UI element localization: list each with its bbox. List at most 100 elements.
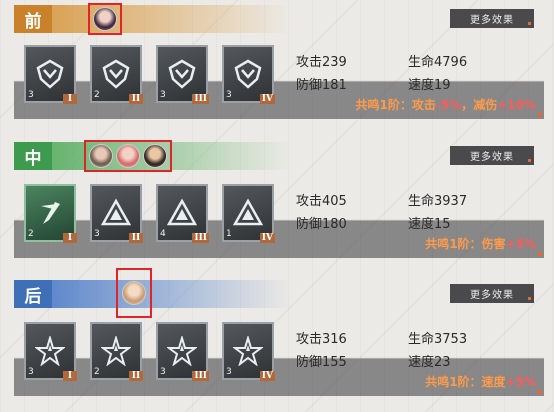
back-avatars-group xyxy=(116,268,152,318)
speed-stat: 速度15 xyxy=(408,217,451,232)
resonance-text: 共鸣1阶：伤害+5% xyxy=(425,235,536,252)
more-effects-button[interactable]: 更多效果 xyxy=(450,284,534,303)
module-card[interactable]: 3 III xyxy=(156,322,209,381)
resonance-prefix: 共鸣1阶：攻击 xyxy=(355,98,436,112)
card-level: 3 xyxy=(94,229,100,239)
card-tier: I xyxy=(63,94,77,104)
card-level: 3 xyxy=(226,90,232,100)
front-row-badge: 前 xyxy=(14,5,52,33)
card-level: 2 xyxy=(94,367,100,377)
back-row-badge: 后 xyxy=(14,280,52,308)
card-tier: II xyxy=(129,371,143,381)
hp-stat: 生命3937 xyxy=(408,194,468,209)
module-card[interactable]: 3 III xyxy=(156,45,209,104)
character-avatar[interactable] xyxy=(122,281,146,305)
module-card[interactable]: 2 II xyxy=(90,322,143,381)
hp-stat: 生命4796 xyxy=(408,55,468,70)
star-emblem-icon xyxy=(233,336,263,366)
card-level: 2 xyxy=(28,229,34,239)
resonance-mid: ，减伤 xyxy=(461,98,498,112)
module-card[interactable]: 3 II xyxy=(90,184,143,243)
hp-stat: 生命3753 xyxy=(408,332,468,347)
card-level: 4 xyxy=(160,229,166,239)
middle-row-header: 中 更多效果 xyxy=(14,140,544,172)
card-tier: III xyxy=(192,233,209,243)
middle-row-panel: 2 I 3 II 4 III 1 IV 攻击405 生命3937 防御180 速… xyxy=(14,184,544,258)
claw-emblem-icon xyxy=(41,202,60,224)
card-level: 2 xyxy=(94,90,100,100)
card-level: 3 xyxy=(28,367,34,377)
attack-stat: 攻击239 xyxy=(296,55,347,70)
middle-row-badge: 中 xyxy=(14,142,52,170)
attack-stat: 攻击316 xyxy=(296,332,347,347)
card-level: 1 xyxy=(226,229,232,239)
triangle-emblem-icon xyxy=(167,198,197,226)
card-tier: II xyxy=(129,94,143,104)
card-level: 3 xyxy=(160,367,166,377)
shield-emblem-icon xyxy=(168,59,196,89)
shield-emblem-icon xyxy=(102,59,130,89)
speed-stat: 速度19 xyxy=(408,78,451,93)
front-card-list: 3 I 2 II 3 III 3 IV xyxy=(24,45,275,104)
middle-avatars-group xyxy=(84,140,172,172)
card-tier: I xyxy=(63,371,77,381)
card-tier: III xyxy=(192,371,209,381)
card-tier: IV xyxy=(259,233,275,243)
more-effects-button[interactable]: 更多效果 xyxy=(450,146,534,165)
star-emblem-icon xyxy=(101,336,131,366)
triangle-emblem-icon xyxy=(233,198,263,226)
module-card[interactable]: 4 III xyxy=(156,184,209,243)
module-card[interactable]: 3 I xyxy=(24,45,77,104)
resonance-value-1: +5% xyxy=(505,375,536,389)
attack-stat: 攻击405 xyxy=(296,194,347,209)
card-tier: IV xyxy=(259,94,275,104)
shield-emblem-icon xyxy=(36,59,64,89)
header-stripe xyxy=(52,280,292,308)
character-avatar[interactable] xyxy=(143,144,167,168)
card-tier: I xyxy=(63,233,77,243)
star-emblem-icon xyxy=(35,336,65,366)
star-emblem-icon xyxy=(167,336,197,366)
front-stats: 攻击239 生命4796 防御181 速度19 xyxy=(296,51,526,93)
middle-card-list: 2 I 3 II 4 III 1 IV xyxy=(24,184,275,243)
triangle-emblem-icon xyxy=(101,198,131,226)
character-avatar[interactable] xyxy=(93,7,117,31)
defense-stat: 防御155 xyxy=(296,355,347,370)
character-avatar[interactable] xyxy=(116,144,140,168)
front-row-panel: 3 I 2 II 3 III 3 IV 攻击239 生命4796 防御181 速… xyxy=(14,45,544,119)
back-row-panel: 3 I 2 II 3 III 3 IV 攻击316 生命3753 防御155 速… xyxy=(14,322,544,396)
front-row-header: 前 更多效果 xyxy=(14,3,544,35)
module-card[interactable]: 3 IV xyxy=(222,45,275,104)
resonance-prefix: 共鸣1阶：速度 xyxy=(425,375,506,389)
resonance-value-2: +10% xyxy=(497,98,536,112)
corner-mark xyxy=(538,390,542,394)
more-effects-button[interactable]: 更多效果 xyxy=(450,9,534,28)
character-avatar[interactable] xyxy=(89,144,113,168)
shield-emblem-icon xyxy=(234,59,262,89)
front-avatars-group xyxy=(88,3,122,35)
resonance-prefix: 共鸣1阶：伤害 xyxy=(425,237,506,251)
corner-mark xyxy=(538,113,542,117)
card-tier: II xyxy=(129,233,143,243)
resonance-value-1: +5% xyxy=(505,237,536,251)
card-level: 3 xyxy=(28,90,34,100)
defense-stat: 防御180 xyxy=(296,217,347,232)
card-tier: III xyxy=(192,94,209,104)
resonance-text: 共鸣1阶：速度+5% xyxy=(425,373,536,390)
defense-stat: 防御181 xyxy=(296,78,347,93)
card-level: 3 xyxy=(160,90,166,100)
module-card[interactable]: 3 IV xyxy=(222,322,275,381)
card-level: 3 xyxy=(226,367,232,377)
speed-stat: 速度23 xyxy=(408,355,451,370)
resonance-value-1: -5% xyxy=(435,98,462,112)
back-row-header: 后 更多效果 xyxy=(14,268,544,318)
module-card[interactable]: 1 IV xyxy=(222,184,275,243)
card-tier: IV xyxy=(259,371,275,381)
back-stats: 攻击316 生命3753 防御155 速度23 xyxy=(296,328,526,370)
module-card[interactable]: 2 I xyxy=(24,184,77,243)
back-card-list: 3 I 2 II 3 III 3 IV xyxy=(24,322,275,381)
resonance-text: 共鸣1阶：攻击-5%，减伤+10% xyxy=(355,96,536,113)
middle-stats: 攻击405 生命3937 防御180 速度15 xyxy=(296,190,526,232)
module-card[interactable]: 3 I xyxy=(24,322,77,381)
module-card[interactable]: 2 II xyxy=(90,45,143,104)
